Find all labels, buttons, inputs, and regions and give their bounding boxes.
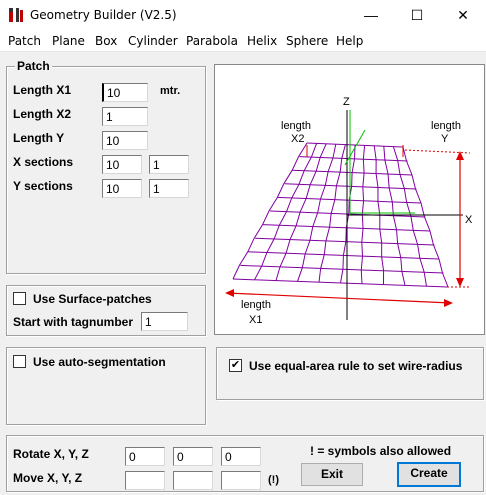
rotate-x-input[interactable] [125, 447, 165, 466]
rotate-label: Rotate X, Y, Z [13, 447, 89, 461]
equal-area-panel [216, 347, 484, 400]
y-sections-input-1[interactable] [102, 179, 142, 198]
move-label: Move X, Y, Z [13, 471, 83, 485]
grid-row-line [284, 183, 417, 190]
length-x1-arrowhead-left [225, 289, 234, 297]
symbols-note: ! = symbols also allowed [310, 444, 452, 458]
menu-helix[interactable]: Helix [247, 34, 277, 48]
rotate-z-input[interactable] [221, 447, 261, 466]
start-tag-input[interactable] [141, 312, 188, 331]
move-z-input[interactable] [221, 471, 261, 490]
length-x1-text-2: X1 [249, 314, 262, 326]
x-sections-input-2[interactable] [149, 155, 189, 174]
minimize-icon[interactable]: — [348, 0, 394, 30]
app-icon [9, 8, 23, 22]
menu-box[interactable]: Box [95, 34, 117, 48]
length-x1-text-1: length [241, 299, 271, 311]
patch-legend: Patch [15, 59, 52, 73]
length-x1-input[interactable] [102, 83, 148, 102]
length-x2-label: Length X2 [13, 107, 72, 121]
x-sections-input-1[interactable] [102, 155, 142, 174]
y-sections-label: Y sections [13, 179, 73, 193]
menu-cylinder[interactable]: Cylinder [128, 34, 178, 48]
menu-sphere[interactable]: Sphere [286, 34, 328, 48]
menu-help[interactable]: Help [336, 34, 363, 48]
move-hint: (!) [268, 474, 279, 486]
equal-area-checkbox[interactable]: ✔ [229, 359, 242, 372]
menu-bar: Patch Plane Box Cylinder Parabola Helix … [0, 30, 486, 52]
length-x2-text-1: length [281, 120, 311, 132]
grid-row-line [299, 156, 408, 162]
length-y-text-1: length [431, 120, 461, 132]
grid-row-line [240, 264, 444, 274]
grid-row-line [255, 237, 435, 246]
menu-parabola[interactable]: Parabola [186, 34, 238, 48]
length-y-arrowhead-bottom [456, 278, 464, 287]
geometry-diagram: Z X length X2 length Y length X1 [214, 64, 485, 335]
menu-plane[interactable]: Plane [52, 34, 85, 48]
equal-area-label: Use equal-area rule to set wire-radius [249, 359, 463, 373]
menu-patch[interactable]: Patch [8, 34, 41, 48]
z-axis-label: Z [343, 96, 350, 108]
use-surface-patches-checkbox[interactable] [13, 292, 26, 305]
length-y-label: Length Y [13, 131, 65, 145]
title-bar: Geometry Builder (V2.5) — ☐ ✕ [0, 0, 486, 30]
length-x2-input[interactable] [102, 107, 148, 126]
length-y-input[interactable] [102, 131, 148, 150]
maximize-icon[interactable]: ☐ [394, 0, 440, 30]
x-sections-label: X sections [13, 155, 74, 169]
grid-row-line [269, 210, 426, 218]
close-icon[interactable]: ✕ [440, 0, 486, 30]
move-x-input[interactable] [125, 471, 165, 490]
use-surface-patches-label: Use Surface-patches [33, 292, 152, 306]
window-title: Geometry Builder (V2.5) [30, 8, 177, 22]
length-x1-unit: mtr. [160, 85, 181, 97]
length-y-text-2: Y [441, 133, 449, 145]
auto-segmentation-label: Use auto-segmentation [33, 355, 166, 369]
length-x2-text-2: X2 [291, 133, 304, 145]
length-x1-arrowhead-right [444, 299, 453, 307]
exit-button[interactable]: Exit [301, 463, 363, 486]
y-sections-input-2[interactable] [149, 179, 189, 198]
length-x1-label: Length X1 [13, 83, 72, 97]
create-button[interactable]: Create [397, 462, 461, 487]
x-axis-label: X [465, 214, 473, 226]
move-y-input[interactable] [173, 471, 213, 490]
auto-segmentation-checkbox[interactable] [13, 355, 26, 368]
start-tag-label: Start with tagnumber [13, 315, 134, 329]
patch-diagram-svg: Z X length X2 length Y length X1 [225, 96, 473, 326]
y-axis-green [344, 129, 366, 166]
rotate-y-input[interactable] [173, 447, 213, 466]
